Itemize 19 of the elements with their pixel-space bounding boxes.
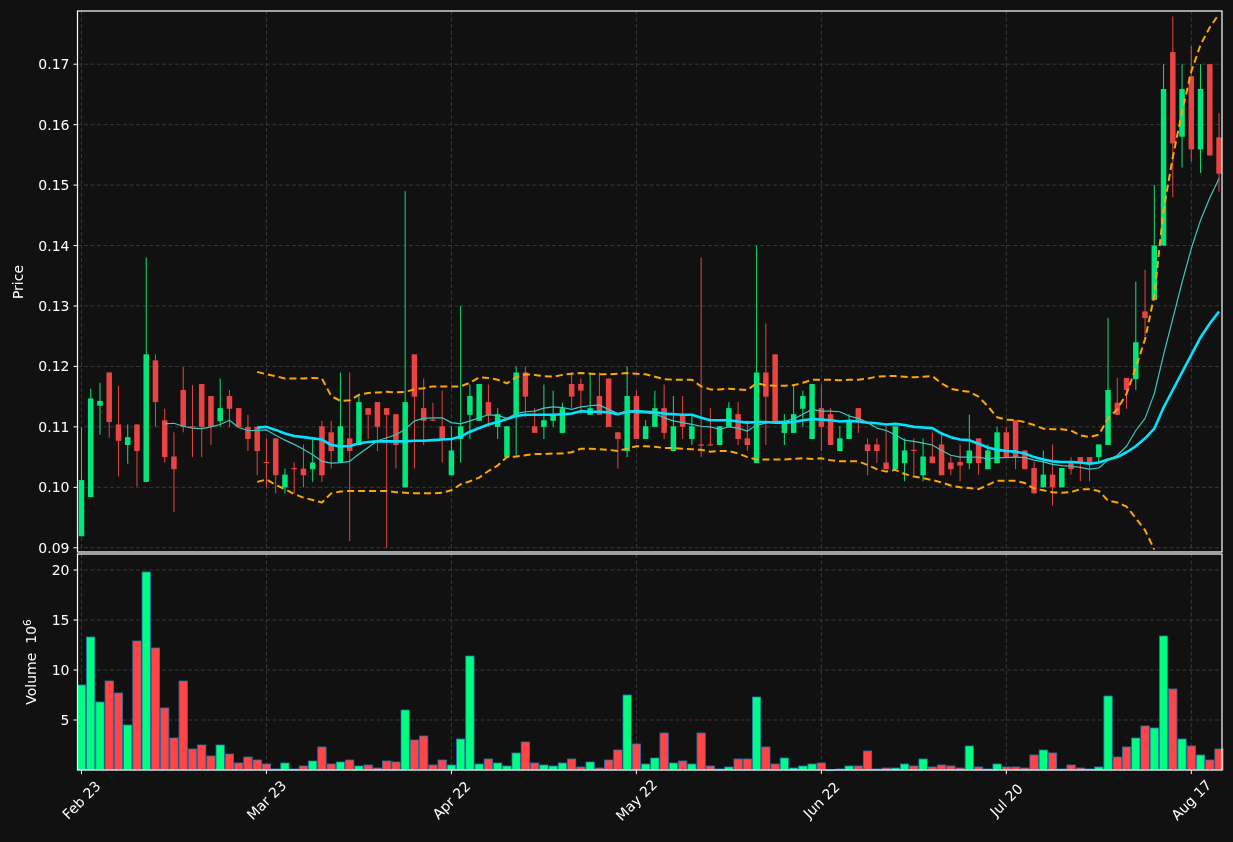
y-tick-label: 0.11 xyxy=(38,418,70,435)
x-tick-label: Mar 23 xyxy=(243,777,290,823)
y-tick-label: 0.09 xyxy=(38,539,70,556)
y-tick-label: 10 xyxy=(51,662,70,678)
x-tick-label: Jun 22 xyxy=(800,778,843,822)
y-tick-label: 0.14 xyxy=(38,237,70,254)
y-tick-label: 0.16 xyxy=(38,116,70,133)
y-tick-label: 0.13 xyxy=(38,298,70,314)
x-tick-label: Apr 22 xyxy=(429,777,474,823)
y-tick-label: 0.12 xyxy=(38,358,70,375)
y-tick-label: 5 xyxy=(60,712,70,728)
y-tick-label: 20 xyxy=(51,562,70,578)
x-tick-label: Jul 20 xyxy=(986,780,1026,820)
y-tick-label: 0.17 xyxy=(38,56,70,73)
y-tick-label: 0.10 xyxy=(38,479,70,496)
x-tick-label: Feb 23 xyxy=(59,777,104,823)
y-tick-label: 15 xyxy=(51,612,70,628)
y-axis-label: Price xyxy=(11,264,25,299)
y-tick-label: 0.15 xyxy=(38,177,70,194)
